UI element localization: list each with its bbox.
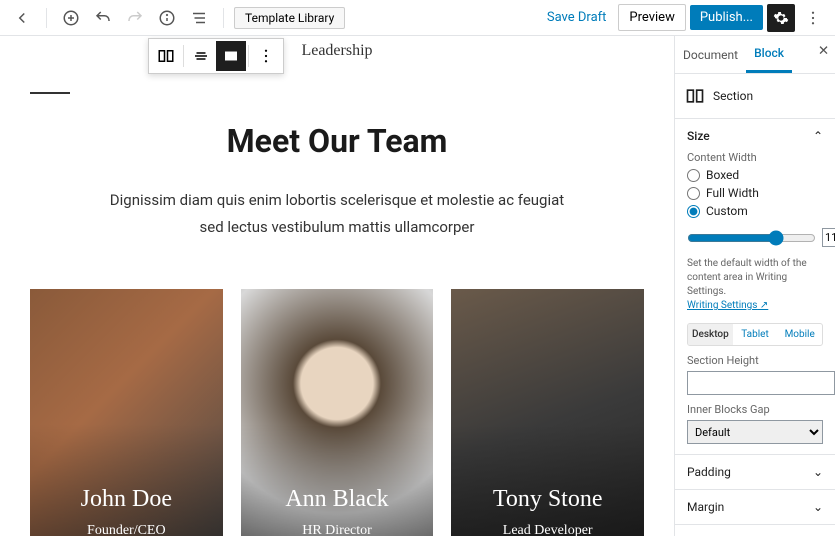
tab-document[interactable]: Document [675,38,746,72]
info-button[interactable] [153,4,181,32]
team-card[interactable]: Tony Stone Lead Developer [451,289,644,536]
team-row: John Doe Founder/CEO Ann Black HR Director… [30,289,644,536]
block-toolbar [148,38,284,74]
radio-custom[interactable]: Custom [687,204,823,218]
member-role: Lead Developer [503,523,593,536]
width-slider[interactable] [687,230,816,246]
chevron-up-icon: ⌃ [813,129,823,143]
top-toolbar: Template Library Save Draft Preview Publ… [0,0,835,36]
width-input[interactable] [822,228,835,247]
member-name: Ann Black [285,486,388,513]
section-icon [685,86,705,106]
device-tablet[interactable]: Tablet [733,324,778,345]
settings-toggle-button[interactable] [767,4,795,32]
breadcrumb: Leadership [30,36,644,60]
member-name: John Doe [81,486,172,513]
size-panel-header[interactable]: Size⌃ [687,129,823,143]
inner-gap-label: Inner Blocks Gap [687,403,823,416]
member-name: Tony Stone [493,486,603,513]
section-height-label: Section Height [687,354,823,367]
tab-block[interactable]: Block [746,36,792,73]
more-menu-button[interactable] [799,4,827,32]
radio-boxed[interactable]: Boxed [687,168,823,182]
padding-panel[interactable]: Padding⌄ [675,455,835,490]
editor-canvas[interactable]: Leadership Meet Our Team Dignissim diam … [0,36,674,536]
team-card[interactable]: John Doe Founder/CEO [30,289,223,536]
member-role: Founder/CEO [87,523,166,536]
radio-full-width[interactable]: Full Width [687,186,823,200]
member-role: HR Director [302,523,372,536]
inner-gap-select[interactable]: Default [687,420,823,444]
back-button[interactable] [8,4,36,32]
settings-sidebar: Document Block ✕ Section Size⌃ Content W… [674,36,835,536]
block-type-label: Section [713,89,753,103]
alignment-panel[interactable]: Alignment⌄ [675,525,835,536]
chevron-down-icon: ⌄ [813,500,823,514]
section-height-input[interactable] [687,371,835,395]
content-width-label: Content Width [687,151,823,164]
writing-settings-link[interactable]: Writing Settings ↗ [687,300,768,311]
outline-button[interactable] [185,4,213,32]
undo-button[interactable] [89,4,117,32]
save-draft-button[interactable]: Save Draft [539,10,615,25]
width-hint: Set the default width of the content are… [687,257,823,313]
page-heading[interactable]: Meet Our Team [30,122,644,160]
preview-button[interactable]: Preview [618,4,685,31]
template-library-button[interactable]: Template Library [234,7,345,29]
close-sidebar-icon[interactable]: ✕ [818,44,829,59]
layout-columns-icon[interactable] [151,41,181,71]
page-subtext[interactable]: Dignissim diam quis enim lobortis sceler… [30,188,644,241]
block-type-header: Section [675,74,835,119]
device-mobile[interactable]: Mobile [777,324,822,345]
publish-button[interactable]: Publish... [690,5,763,30]
align-full-icon[interactable] [216,41,246,71]
block-more-icon[interactable] [251,41,281,71]
chevron-down-icon: ⌄ [813,465,823,479]
device-desktop[interactable]: Desktop [688,324,733,345]
add-block-button[interactable] [57,4,85,32]
redo-button[interactable] [121,4,149,32]
divider [30,92,70,94]
align-center-icon[interactable] [186,41,216,71]
team-card[interactable]: Ann Black HR Director [241,289,434,536]
margin-panel[interactable]: Margin⌄ [675,490,835,525]
